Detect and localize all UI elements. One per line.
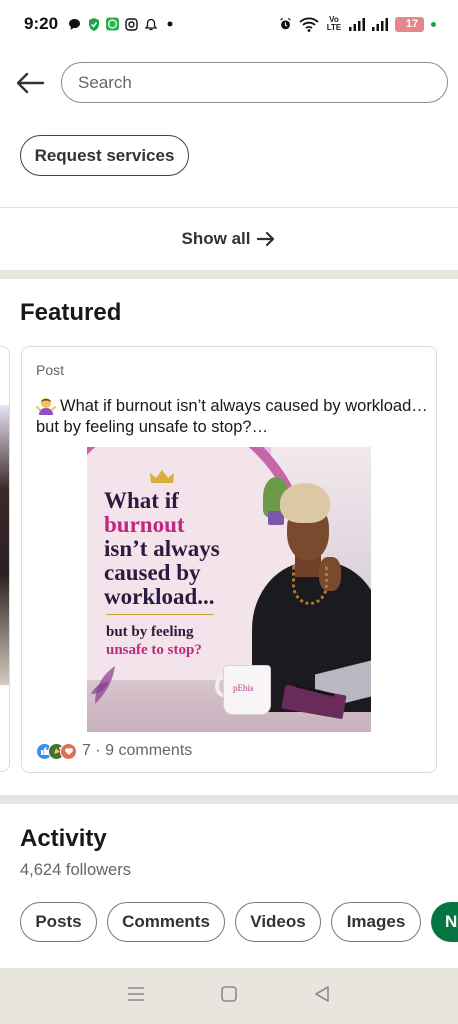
shield-icon [87, 17, 100, 31]
headline-line-4: caused by [104, 560, 201, 585]
activity-heading: Activity [20, 825, 107, 852]
show-all-label: Show all [181, 229, 251, 248]
wifi-icon [299, 17, 319, 32]
reactions-summary[interactable]: 7 · 9 comments [36, 742, 192, 760]
status-bar: 9:20 Vo LTE 17 [0, 0, 458, 48]
volte-indicator: Vo LTE [326, 15, 342, 32]
headline-line-2: burnout [104, 512, 185, 537]
signal-icon [349, 17, 365, 31]
instagram-icon [125, 17, 138, 31]
headline-line-1: What if [104, 488, 179, 513]
back-button[interactable] [14, 67, 46, 99]
request-services-button[interactable]: Request services [20, 135, 189, 176]
menu-icon[interactable] [127, 986, 145, 1007]
filter-chip-partial[interactable]: N [431, 902, 458, 942]
necklace-shape [292, 565, 328, 605]
filter-chip-images[interactable]: Images [331, 902, 421, 942]
search-header [0, 56, 458, 110]
post-type-label: Post [36, 362, 65, 378]
section-separator [0, 795, 458, 804]
show-all-button[interactable]: Show all [0, 220, 458, 258]
love-icon [60, 742, 77, 760]
filter-chip-comments[interactable]: Comments [107, 902, 225, 942]
headline-line-3: isn’t always [104, 536, 220, 561]
system-icons: Vo LTE 17 [279, 16, 436, 32]
headline-line-5: workload... [104, 584, 215, 609]
signal-icon [372, 17, 388, 31]
filter-chip-videos[interactable]: Videos [235, 902, 321, 942]
comments-count: 9 comments [105, 742, 193, 759]
system-navigation-bar [0, 968, 458, 1024]
woman-hair-shape [280, 483, 330, 523]
subheadline-line-1: but by feeling [106, 624, 194, 640]
home-square-icon[interactable] [220, 985, 238, 1008]
privacy-indicator-dot [431, 21, 436, 27]
crown-icon [150, 470, 174, 483]
chat-icon [68, 18, 81, 31]
battery-percent: 17 [405, 18, 419, 30]
image-subheadline: but by feeling unsafe to stop? [106, 623, 202, 659]
reaction-stats[interactable]: 7 · 9 comments [82, 742, 192, 760]
mug-logo-text: pEbis [233, 683, 254, 693]
image-headline: What if burnout isn’t always caused by w… [104, 489, 220, 609]
previous-card-image [0, 405, 9, 685]
featured-post-card[interactable]: Post What if burnout isn’t always caused… [21, 346, 437, 773]
leaf-icon [91, 666, 115, 704]
post-image[interactable]: pEbis What if burnout isn’t always cause… [87, 447, 371, 732]
post-text[interactable]: What if burnout isn’t always caused by w… [36, 395, 431, 438]
woman-shrugging-emoji [36, 398, 56, 415]
subheadline-line-2: unsafe to stop? [106, 642, 202, 658]
back-arrow-icon [16, 72, 45, 94]
arrow-right-icon [257, 231, 275, 247]
search-input[interactable] [78, 72, 418, 93]
notification-icons [68, 17, 176, 31]
dot-icon [163, 18, 176, 31]
bell-icon [144, 18, 157, 31]
status-time: 9:20 [24, 14, 59, 33]
followers-count: 4,624 followers [20, 861, 131, 879]
reactions-count: 7 [82, 742, 91, 759]
battery-icon: 17 [395, 16, 424, 32]
activity-filter-chips: Posts Comments Videos Images [20, 902, 421, 942]
divider [0, 207, 458, 208]
gold-divider [106, 614, 214, 615]
featured-heading: Featured [20, 299, 122, 326]
whatsapp-icon [106, 17, 120, 31]
featured-previous-card[interactable] [0, 346, 10, 772]
search-bar[interactable] [61, 62, 448, 103]
post-text-content: What if burnout isn’t always caused by w… [36, 397, 428, 436]
filter-chip-posts[interactable]: Posts [20, 902, 97, 942]
back-triangle-icon[interactable] [313, 985, 331, 1008]
alarm-icon [279, 17, 292, 31]
section-separator [0, 270, 458, 279]
